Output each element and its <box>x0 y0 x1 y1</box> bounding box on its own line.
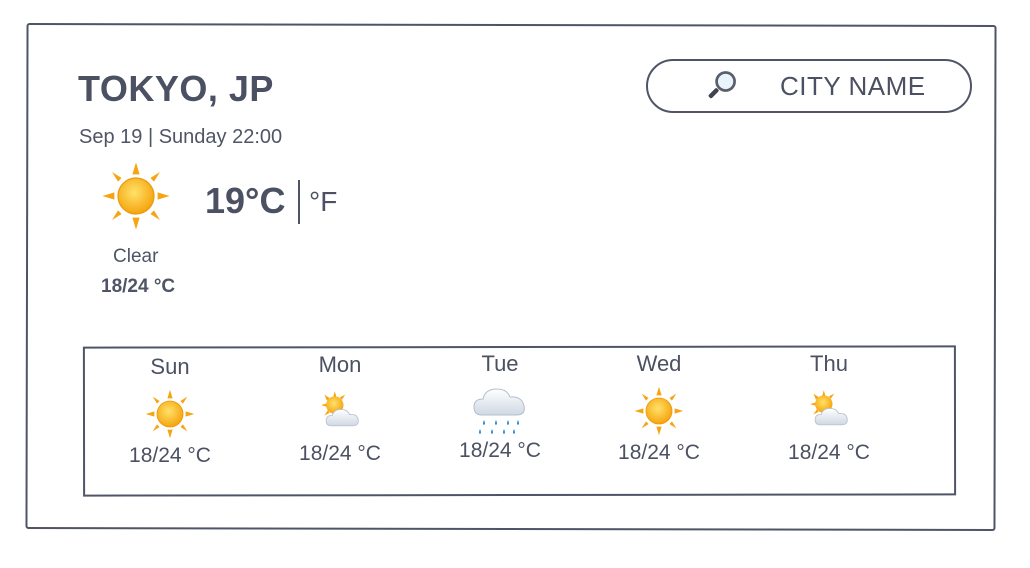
current-temperature: 19°C <box>205 180 286 221</box>
sun-icon <box>100 160 172 232</box>
forecast-day-tue: Tue 18/24 °C <box>440 351 560 463</box>
fahrenheit-toggle[interactable]: °F <box>309 186 337 218</box>
date-time: Sep 19 | Sunday 22:00 <box>79 126 283 148</box>
search-icon[interactable] <box>704 68 740 104</box>
day-name: Tue <box>481 351 519 376</box>
sun-behind-cloud-icon <box>803 385 855 437</box>
current-condition: Clear <box>113 246 159 267</box>
forecast-day-sun: Sun 18/24 °C <box>110 354 230 468</box>
day-temp-range: 18/24 °C <box>788 441 870 464</box>
day-temp-range: 18/24 °C <box>299 442 381 465</box>
rain-cloud-icon <box>470 379 530 439</box>
sun-behind-cloud-icon <box>314 386 366 438</box>
search-placeholder: CITY NAME <box>780 70 926 101</box>
sun-icon <box>633 385 685 437</box>
day-temp-range: 18/24 °C <box>129 444 211 467</box>
day-name: Wed <box>636 351 682 376</box>
forecast-day-thu: Thu 18/24 °C <box>769 351 889 465</box>
forecast-day-wed: Wed 18/24 °C <box>599 351 719 465</box>
day-name: Sun <box>150 354 190 379</box>
current-temp-range: 18/24 °C <box>101 276 176 297</box>
day-name: Mon <box>318 352 362 377</box>
city-title: TOKYO, JP <box>78 68 274 109</box>
forecast-day-mon: Mon 18/24 °C <box>280 352 400 466</box>
day-temp-range: 18/24 °C <box>459 439 541 462</box>
day-name: Thu <box>810 351 848 376</box>
city-search-input[interactable]: CITY NAME <box>646 59 972 113</box>
unit-divider <box>298 180 300 224</box>
day-temp-range: 18/24 °C <box>618 441 700 464</box>
sun-icon <box>144 388 196 440</box>
